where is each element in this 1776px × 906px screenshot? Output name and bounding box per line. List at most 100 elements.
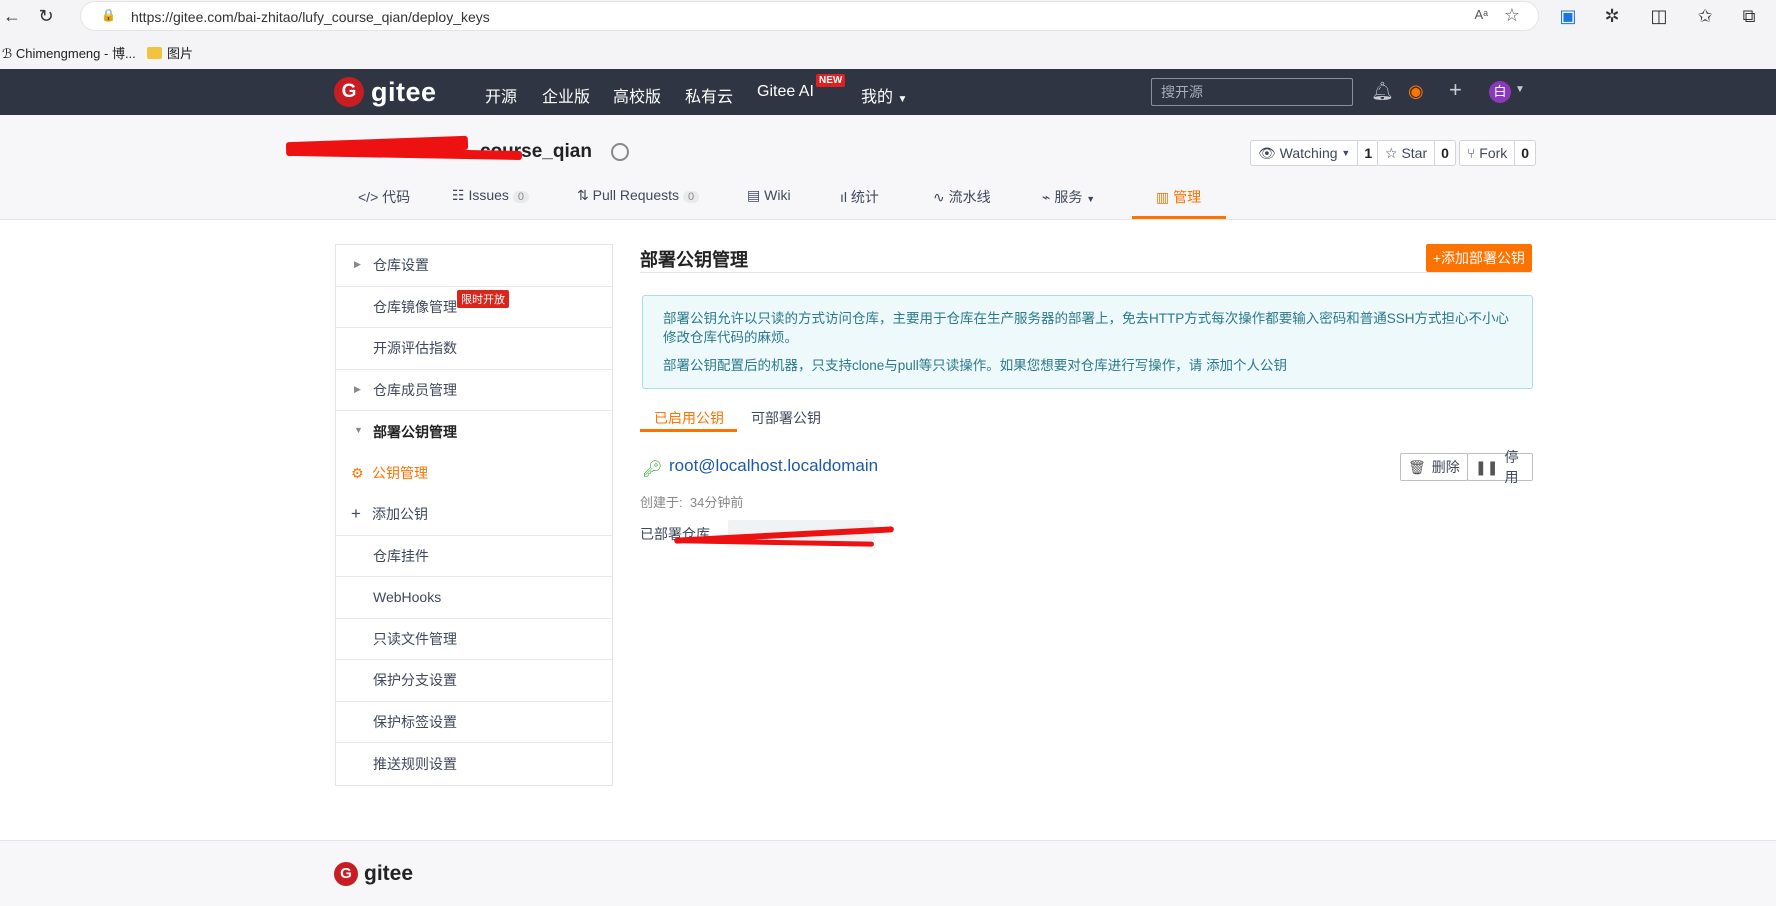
- divider: [640, 272, 1533, 273]
- delete-key-button[interactable]: 🗑︎ 删除: [1400, 453, 1468, 481]
- sidebar-item-readonly-files[interactable]: 只读文件管理: [336, 619, 612, 660]
- add-deploy-key-button[interactable]: +添加部署公钥: [1425, 244, 1532, 272]
- back-arrow-icon[interactable]: ←: [0, 4, 24, 28]
- refresh-icon[interactable]: ↻: [34, 4, 58, 28]
- tab-wiki[interactable]: ▤ Wiki: [747, 187, 791, 204]
- tab-pull-requests[interactable]: ⇅ Pull Requests 0: [577, 187, 700, 204]
- bookmark-folder-images[interactable]: 图片: [147, 43, 193, 62]
- lightbulb-icon[interactable]: ◉: [1408, 81, 1424, 102]
- sidebar-item-key-manage[interactable]: ⚙ 公钥管理: [336, 453, 612, 495]
- nav-enterprise[interactable]: 企业版: [542, 83, 590, 107]
- nav-university[interactable]: 高校版: [613, 83, 661, 107]
- caret-down-icon: ▼: [897, 94, 908, 105]
- caret-right-icon: ▶: [354, 259, 361, 269]
- folder-icon: [147, 47, 162, 59]
- active-tab-indicator: [1132, 216, 1226, 219]
- url-text: https://gitee.com/bai-zhitao/lufy_course…: [131, 9, 490, 25]
- nav-private-cloud[interactable]: 私有云: [685, 83, 733, 107]
- star-count: 0: [1441, 145, 1449, 161]
- avatar-caret-icon[interactable]: ▼: [1515, 84, 1525, 95]
- subtab-deployable-keys[interactable]: 可部署公钥: [751, 408, 821, 428]
- sidebar-item-members[interactable]: ▶ 仓库成员管理: [336, 370, 612, 411]
- sidebar-item-protected-tags[interactable]: 保护标签设置: [336, 702, 612, 743]
- eye-icon: 👁︎: [1258, 144, 1280, 161]
- lock-icon: 🔒: [101, 8, 116, 22]
- new-badge: NEW: [816, 74, 846, 87]
- plus-icon: +: [351, 504, 361, 524]
- plus-icon[interactable]: +: [1449, 77, 1462, 103]
- favorites-icon[interactable]: ✩: [1693, 4, 1717, 28]
- nav-mine[interactable]: 我的 ▼: [861, 83, 907, 107]
- key-created-at: 创建于: 34分钟前: [640, 495, 744, 510]
- info-text-1: 部署公钥允许以只读的方式访问仓库，主要用于仓库在生产服务器的部署上，免去HTTP…: [663, 311, 1510, 345]
- extension-icon[interactable]: ▣: [1556, 4, 1580, 28]
- collections-icon[interactable]: ⧉: [1737, 4, 1761, 28]
- add-personal-key-link[interactable]: 添加个人公钥: [1206, 358, 1287, 373]
- medal-icon[interactable]: [611, 143, 629, 161]
- tab-issues[interactable]: ☷ Issues 0: [452, 187, 530, 204]
- favorite-star-icon[interactable]: ☆: [1504, 5, 1520, 26]
- settings-sidebar: ▶ 仓库设置 仓库镜像管理 限时开放 开源评估指数 ▶ 仓库成员管理 ▼ 部署公钥管理 …: [335, 244, 613, 786]
- sidebar-item-push-rules[interactable]: 推送规则设置: [336, 743, 612, 785]
- avatar[interactable]: 白: [1489, 81, 1511, 103]
- nav-open-source[interactable]: 开源: [485, 83, 517, 107]
- info-text-2: 部署公钥配置后的机器，只支持clone与pull等只读操作。如果您想要对仓库进行…: [663, 358, 1288, 373]
- page-footer: G gitee: [0, 840, 1776, 906]
- page-title: 部署公钥管理: [640, 250, 748, 270]
- sidebar-item-repo-settings[interactable]: ▶ 仓库设置: [336, 245, 612, 287]
- subtab-enabled-keys[interactable]: 已启用公钥: [654, 408, 724, 428]
- caret-down-icon: ▼: [1341, 148, 1351, 158]
- address-bar[interactable]: 🔒 https://gitee.com/bai-zhitao/lufy_cour…: [80, 1, 1539, 31]
- tab-code[interactable]: </> 代码: [358, 187, 410, 207]
- caret-down-icon: ▼: [354, 425, 363, 435]
- tab-services[interactable]: ⌁ 服务 ▼: [1042, 187, 1095, 207]
- bookmark-icon: ℬ: [2, 46, 16, 61]
- watching-count: 1: [1364, 145, 1373, 161]
- key-icon: 🔑︎: [642, 461, 663, 478]
- sidebar-item-oss-index[interactable]: 开源评估指数: [336, 328, 612, 370]
- repo-header: course_qian 👁︎ Watching ▼ 1 ☆ Star 0 ⑂ F…: [0, 115, 1776, 220]
- disable-key-button[interactable]: ❚❚ 停用: [1467, 449, 1533, 485]
- key-name[interactable]: root@localhost.localdomain: [669, 456, 878, 476]
- sidebar-item-widgets[interactable]: 仓库挂件: [336, 536, 612, 577]
- fork-button[interactable]: ⑂ Fork 0: [1459, 140, 1537, 166]
- tab-manage[interactable]: ▥ 管理: [1156, 187, 1201, 207]
- sidebar-item-deploy-keys[interactable]: ▼ 部署公钥管理: [336, 411, 612, 453]
- puzzle-icon[interactable]: ✲: [1600, 4, 1624, 28]
- bookmark-chimengmeng[interactable]: ℬ Chimengmeng - 博...: [2, 43, 136, 62]
- active-subtab-indicator: [640, 429, 737, 432]
- sidebar-item-webhooks[interactable]: WebHooks: [336, 577, 612, 619]
- trash-icon: 🗑︎: [1408, 458, 1426, 475]
- bell-icon[interactable]: 🔔︎: [1371, 81, 1394, 102]
- pipeline-icon: ∿: [933, 189, 949, 205]
- caret-right-icon: ▶: [354, 383, 361, 394]
- split-screen-icon[interactable]: ◫: [1647, 4, 1671, 28]
- watching-button[interactable]: 👁︎ Watching ▼ 1: [1250, 140, 1380, 166]
- book-icon: ▤: [747, 187, 765, 203]
- sidebar-item-mirror[interactable]: 仓库镜像管理 限时开放: [336, 287, 612, 328]
- star-button[interactable]: ☆ Star 0: [1377, 140, 1456, 166]
- fork-count: 0: [1521, 145, 1530, 161]
- tab-stats[interactable]: ıl 统计: [840, 187, 879, 207]
- gitee-logo[interactable]: G gitee: [334, 75, 437, 109]
- gitee-logo-icon: G: [334, 862, 358, 886]
- pulse-icon: ⌁: [1042, 189, 1055, 205]
- footer-logo[interactable]: G gitee: [334, 862, 413, 886]
- key-subtabs: 已启用公钥 可部署公钥: [640, 400, 1533, 432]
- issues-icon: ☷: [452, 187, 469, 203]
- nav-gitee-ai[interactable]: Gitee AI: [757, 83, 814, 101]
- limited-open-badge: 限时开放: [457, 289, 509, 308]
- bar-chart-icon: ıl: [840, 189, 851, 205]
- info-notice: 部署公钥允许以只读的方式访问仓库，主要用于仓库在生产服务器的部署上，免去HTTP…: [642, 295, 1533, 389]
- sidebar-item-add-key[interactable]: + 添加公钥: [336, 494, 612, 536]
- search-input[interactable]: 搜开源: [1151, 78, 1353, 106]
- fork-icon: ⑂: [1467, 145, 1480, 161]
- manage-icon: ▥: [1156, 189, 1174, 205]
- pull-request-icon: ⇅: [577, 187, 593, 203]
- read-aloud-icon[interactable]: Aᵃ: [1474, 7, 1488, 22]
- sidebar-item-protected-branches[interactable]: 保护分支设置: [336, 660, 612, 702]
- tab-pipeline[interactable]: ∿ 流水线: [933, 187, 991, 207]
- browser-chrome: ← ↻ 🔒 https://gitee.com/bai-zhitao/lufy_…: [0, 0, 1776, 69]
- code-icon: </>: [358, 189, 383, 205]
- star-icon: ☆: [1385, 144, 1402, 161]
